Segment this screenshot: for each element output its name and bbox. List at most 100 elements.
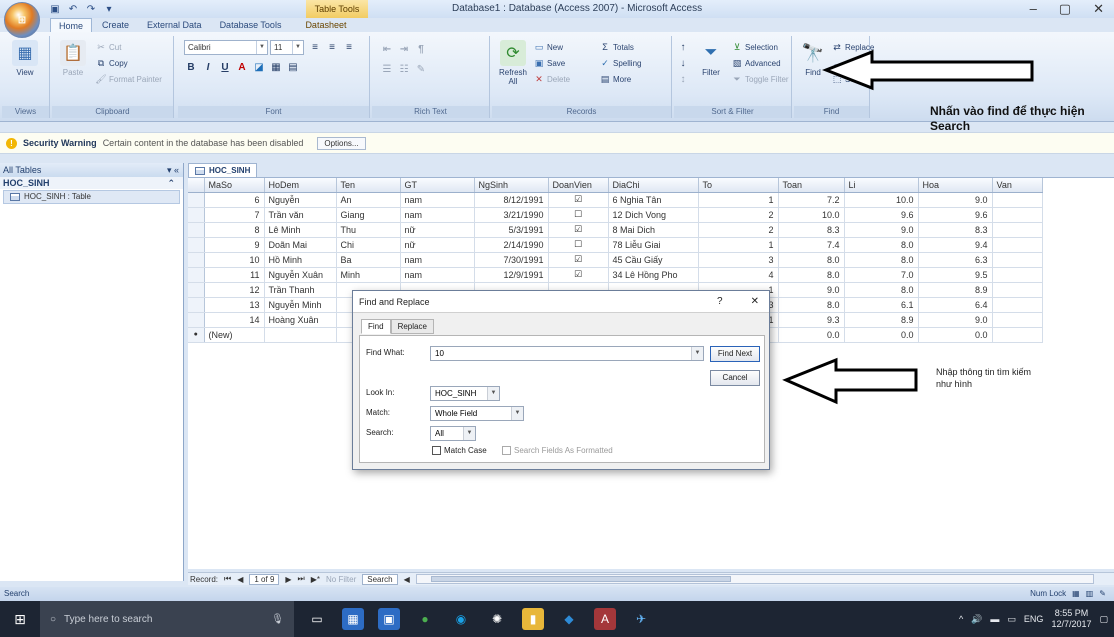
customize-qat-icon[interactable]: ▾ [102,2,116,16]
table-cell[interactable]: 6 Nghia Tân [608,192,699,208]
table-cell[interactable]: ☑ [548,267,609,283]
column-header[interactable]: To [698,178,779,193]
selection-button[interactable]: ⊻ Selection [732,42,778,52]
first-record-icon[interactable]: ⏮ [224,574,231,584]
table-cell[interactable]: 12/9/1991 [474,267,549,283]
spelling-button[interactable]: ✓ Spelling [600,58,641,68]
table-cell[interactable]: 8.9 [918,282,993,298]
table-cell[interactable]: 3 [698,252,779,268]
find-what-input[interactable]: 10 ▼ [430,346,704,361]
table-cell[interactable]: ☐ [548,237,609,253]
table-row[interactable]: 7 Trần văn Giang nam 3/21/1990 ☐ 12 Dich Vong 2… [188,207,1043,223]
table-row[interactable]: 6 Nguyễn An nam 8/12/1991 ☑ 6 Nghia Tân 1 7.2 10.… [188,192,1043,208]
document-tab-hoc-sinh[interactable]: HOC_SINH [188,163,258,177]
row-selector-header[interactable] [188,178,205,193]
filter-button[interactable]: ⏷ Filter [694,40,728,77]
font-name-select[interactable]: Calibri ▼ [184,40,268,55]
battery-icon[interactable]: ▭ [1007,614,1016,625]
sort-descending-icon[interactable]: ↓ [676,56,690,70]
language-indicator[interactable]: ENG [1024,614,1044,624]
table-cell[interactable]: nữ [400,237,475,253]
table-cell[interactable]: 2/14/1990 [474,237,549,253]
checkbox-checked-icon[interactable]: ☑ [574,194,582,204]
app-icon[interactable]: ◆ [558,608,580,630]
table-cell[interactable] [992,327,1043,343]
underline-icon[interactable]: U [218,60,232,74]
table-cell[interactable] [992,267,1043,283]
font-color-icon[interactable]: A [235,60,249,74]
table-cell[interactable]: ☑ [548,222,609,238]
table-cell[interactable]: Thu [336,222,401,238]
column-header[interactable]: HoDem [264,178,337,193]
search-formatted-checkbox[interactable]: Search Fields As Formatted [502,446,613,455]
totals-button[interactable]: Σ Totals [600,42,634,52]
record-position[interactable]: 1 of 9 [249,573,280,585]
table-cell[interactable]: 9.0 [918,312,993,328]
prev-record-icon[interactable]: ◀ [237,575,243,584]
align-right-icon[interactable]: ≡ [342,40,356,54]
close-button[interactable]: ✕ [1093,1,1104,17]
column-header[interactable]: Ten [336,178,401,193]
maximize-button[interactable]: ▢ [1059,1,1071,17]
view-button[interactable]: ▦ View [8,40,42,77]
paste-button[interactable]: 📋 Paste [56,40,90,77]
table-cell[interactable]: 8 [204,222,265,238]
row-selector[interactable] [188,237,205,253]
refresh-all-button[interactable]: ⟳ Refresh All [496,40,530,86]
tab-database-tools[interactable]: Database Tools [212,18,290,32]
nav-item-hoc-sinh-table[interactable]: HOC_SINH : Table [3,190,180,204]
checkbox-unchecked-icon[interactable]: ☐ [574,239,582,249]
table-row[interactable]: 10 Hồ Minh Ba nam 7/30/1991 ☑ 45 Cầu Giấy 3 8.0 8… [188,252,1043,268]
table-cell[interactable]: Nguyễn Xuân [264,267,337,283]
table-cell[interactable]: 8.3 [918,222,993,238]
bird-icon[interactable]: ✈ [630,608,652,630]
gridlines-icon[interactable]: ▦ [269,60,283,74]
redo-icon[interactable]: ↷ [84,2,98,16]
table-cell[interactable]: 34 Lê Hồng Pho [608,267,699,283]
bold-icon[interactable]: B [184,60,198,74]
table-cell[interactable]: 10.0 [844,192,919,208]
taskbar-search[interactable]: ○ Type here to search 🎙 [40,601,294,637]
undo-icon[interactable]: ↶ [66,2,80,16]
new-record-icon[interactable]: ▶* [311,575,320,584]
tab-datasheet[interactable]: Datasheet [297,18,354,32]
table-cell[interactable] [992,282,1043,298]
table-cell[interactable] [992,192,1043,208]
table-cell[interactable]: 9.6 [918,207,993,223]
table-cell[interactable]: 1 [698,192,779,208]
table-cell[interactable]: 78 Liễu Giai [608,237,699,253]
look-in-select[interactable]: HOC_SINH ▼ [430,386,500,401]
row-selector[interactable] [188,267,205,283]
nav-header[interactable]: All Tables ▾ « [0,163,183,177]
align-left-icon[interactable]: ≡ [308,40,322,54]
table-cell[interactable]: 14 [204,312,265,328]
save-icon[interactable]: ▣ [48,2,62,16]
column-header[interactable]: MaSo [204,178,265,193]
minimize-button[interactable]: – [1030,1,1037,17]
checkbox-checked-icon[interactable]: ☑ [574,224,582,234]
checkbox-unchecked-icon[interactable]: ☐ [574,209,582,219]
table-cell[interactable]: 9 [204,237,265,253]
row-selector[interactable] [188,297,205,313]
table-cell[interactable]: 12 [204,282,265,298]
table-cell[interactable]: ☑ [548,192,609,208]
table-cell[interactable]: Minh [336,267,401,283]
table-cell[interactable] [992,222,1043,238]
table-cell[interactable]: nữ [400,222,475,238]
table-cell[interactable]: 6.3 [918,252,993,268]
advanced-button[interactable]: ▧ Advanced [732,58,781,68]
table-cell[interactable]: Ba [336,252,401,268]
scroll-left-icon[interactable]: ◀ [404,575,410,584]
filter-status[interactable]: No Filter [326,575,356,584]
table-cell[interactable]: Nguyễn Minh [264,297,337,313]
table-cell[interactable] [992,237,1043,253]
chevron-down-icon[interactable]: ▼ [463,427,475,440]
table-cell[interactable]: Lê Minh [264,222,337,238]
table-cell[interactable]: 45 Cầu Giấy [608,252,699,268]
fill-color-icon[interactable]: ◪ [252,60,266,74]
match-case-checkbox[interactable]: Match Case [432,446,487,455]
scrollbar-thumb[interactable] [430,576,731,582]
italic-icon[interactable]: I [201,60,215,74]
table-cell[interactable]: 8.3 [778,222,845,238]
checkbox-checked-icon[interactable]: ☑ [574,254,582,264]
